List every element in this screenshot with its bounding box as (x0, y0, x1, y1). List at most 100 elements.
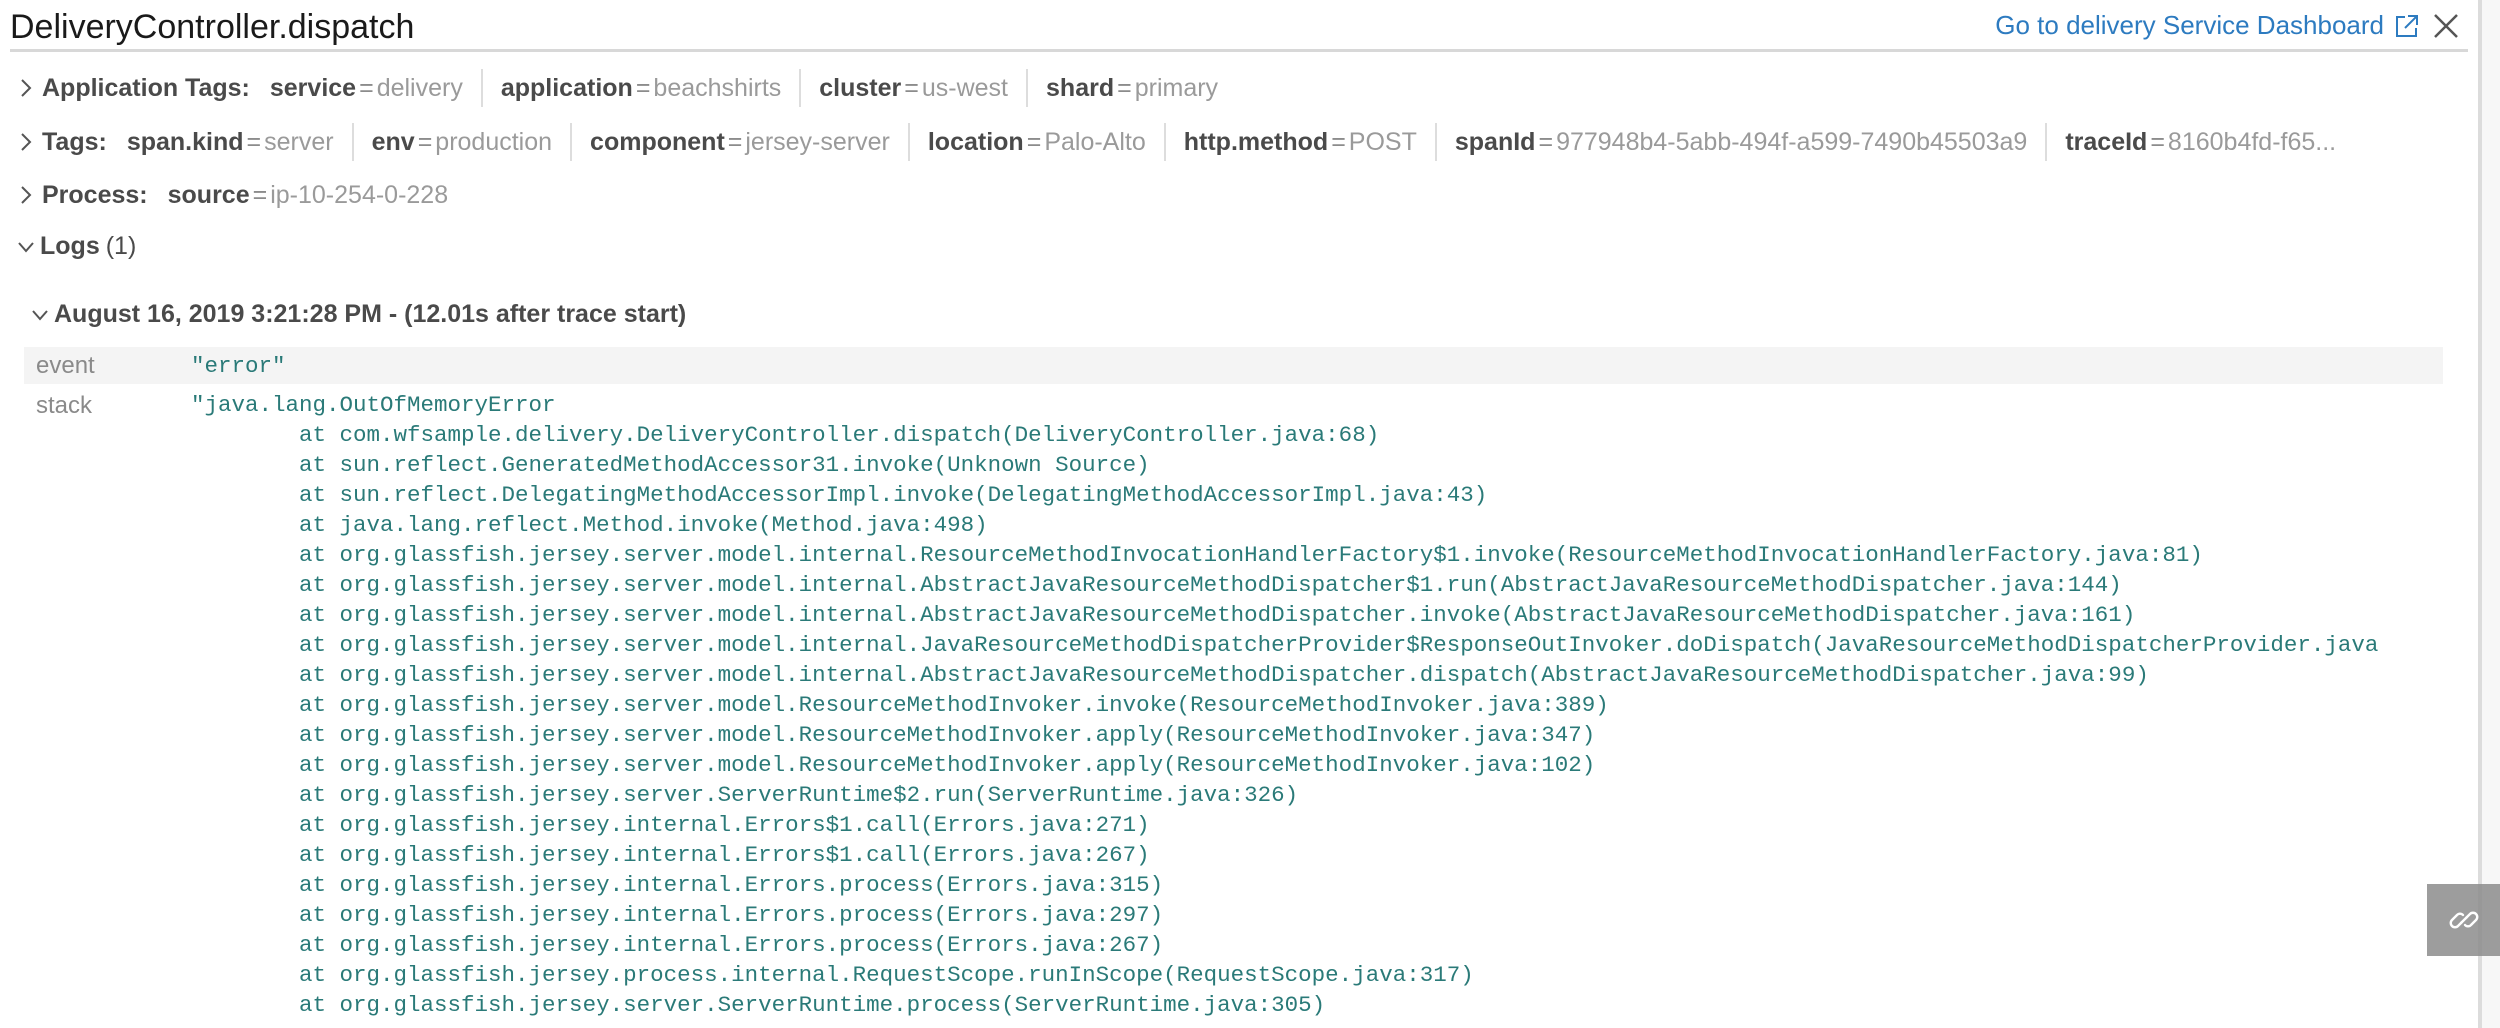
tag-value: us-west (921, 73, 1009, 102)
logs-toggle[interactable]: Logs (1) (16, 232, 136, 261)
tag-value: primary (1134, 73, 1219, 102)
tag-key: location (927, 127, 1024, 156)
tag-item: application = beachshirts (480, 69, 799, 107)
tag-item: location = Palo-Alto (907, 123, 1164, 161)
log-fields-table: event "error" stack "java.lang.OutOfMemo… (24, 347, 2443, 1020)
tag-item: http.method = POST (1163, 123, 1435, 161)
logs-label: Logs (40, 232, 100, 260)
stack-trace-line: at sun.reflect.DelegatingMethodAccessorI… (191, 482, 1488, 508)
stack-trace-line: at org.glassfish.jersey.server.ServerRun… (191, 782, 1299, 808)
log-field-key: event (36, 351, 95, 379)
tag-value: server (264, 127, 334, 156)
application-tags-label[interactable]: Application Tags: (42, 74, 250, 103)
tag-item: env = production (351, 123, 570, 161)
tag-equals: = (252, 180, 268, 209)
stack-trace-line: at org.glassfish.jersey.internal.Errors$… (191, 842, 1150, 868)
tag-value: 977948b4-5abb-494f-a599-7490b45503a9 (1556, 127, 2028, 156)
stack-trace-line: at org.glassfish.jersey.server.model.Res… (191, 692, 1609, 718)
tag-equals: = (727, 127, 743, 156)
stack-trace-line: at org.glassfish.jersey.server.model.Res… (191, 722, 1596, 748)
tag-equals: = (246, 127, 262, 156)
tag-key: traceId (2065, 127, 2148, 156)
stack-trace-line: at org.glassfish.jersey.process.internal… (191, 962, 1474, 988)
chevron-right-icon[interactable] (18, 184, 34, 206)
tags-list: span.kind = server env = production componen… (127, 123, 2354, 161)
chevron-down-icon (32, 309, 48, 321)
tag-value: production (435, 127, 553, 156)
chevron-right-icon[interactable] (18, 131, 34, 153)
stack-trace: "java.lang.OutOfMemoryError at com.wfsam… (191, 390, 2378, 1020)
panel-header: DeliveryController.dispatch Go to delive… (10, 0, 2468, 52)
tag-key: env (371, 127, 415, 156)
tag-key: source (167, 180, 250, 209)
logs-count: (1) (105, 232, 137, 260)
chevron-down-icon (18, 241, 34, 253)
stack-trace-line: at java.lang.reflect.Method.invoke(Metho… (191, 512, 988, 538)
tag-equals: = (2150, 127, 2165, 156)
log-entry-timestamp: August 16, 2019 3:21:28 PM - (12.01s aft… (54, 300, 687, 328)
log-field-row: event "error" (24, 347, 2443, 384)
log-field-value: "error" (191, 352, 286, 379)
stack-trace-line: at org.glassfish.jersey.internal.Errors.… (191, 902, 1164, 928)
stack-trace-line: at com.wfsample.delivery.DeliveryControl… (191, 422, 1380, 448)
stack-trace-line: "java.lang.OutOfMemoryError (191, 392, 556, 418)
tag-equals: = (359, 73, 374, 102)
tag-key: service (269, 73, 357, 102)
tag-key: shard (1046, 73, 1115, 102)
tag-value: delivery (376, 73, 463, 102)
tag-value: jersey-server (745, 127, 890, 156)
tag-equals: = (1331, 127, 1346, 156)
tag-key: http.method (1183, 127, 1329, 156)
tag-equals: = (417, 127, 433, 156)
application-tags-row: Application Tags: service = delivery appli… (18, 68, 1236, 108)
service-dashboard-link-label: Go to delivery Service Dashboard (1995, 10, 2384, 40)
panel-divider[interactable] (2478, 0, 2500, 1028)
copy-link-button[interactable] (2427, 884, 2500, 956)
log-entry-toggle[interactable]: August 16, 2019 3:21:28 PM - (12.01s aft… (30, 300, 686, 329)
stack-trace-line: at org.glassfish.jersey.server.model.int… (191, 572, 2122, 598)
header-actions: Go to delivery Service Dashboard (1995, 10, 2460, 41)
tag-equals: = (904, 73, 919, 102)
tag-equals: = (635, 73, 651, 102)
link-icon (2449, 911, 2478, 929)
tag-key: span.kind (126, 127, 244, 156)
service-dashboard-link[interactable]: Go to delivery Service Dashboard (1995, 10, 2420, 41)
tag-item: shard = primary (1026, 69, 1236, 107)
process-label[interactable]: Process: (42, 181, 148, 210)
tag-value: 8160b4fd-f65... (2167, 127, 2337, 156)
tag-value: Palo-Alto (1044, 127, 1146, 156)
tag-value: POST (1348, 127, 1417, 156)
tag-key: cluster (819, 73, 902, 102)
log-field-row: stack "java.lang.OutOfMemoryError at com… (24, 390, 2443, 1020)
tag-key: application (500, 73, 633, 102)
tag-item: spanId = 977948b4-5abb-494f-a599-7490b4550… (1434, 123, 2045, 161)
tag-item: source = ip-10-254-0-228 (168, 176, 467, 214)
tag-equals: = (1538, 127, 1554, 156)
tag-item: cluster = us-west (799, 69, 1026, 107)
span-title: DeliveryController.dispatch (10, 8, 415, 46)
tag-item: span.kind = server (127, 123, 352, 161)
tags-label[interactable]: Tags: (42, 128, 107, 157)
chevron-right-icon[interactable] (18, 77, 34, 99)
external-link-icon (2396, 14, 2418, 37)
close-icon[interactable] (2432, 12, 2460, 40)
process-row: Process: source = ip-10-254-0-228 (18, 175, 466, 215)
tag-equals: = (1117, 73, 1132, 102)
stack-trace-line: at org.glassfish.jersey.internal.Errors.… (191, 872, 1164, 898)
tag-equals: = (1026, 127, 1042, 156)
tag-key: component (590, 127, 725, 156)
tag-item: traceId = 8160b4fd-f65... (2045, 123, 2354, 161)
stack-trace-line: at org.glassfish.jersey.server.model.int… (191, 542, 2203, 568)
tag-value: ip-10-254-0-228 (270, 180, 449, 209)
stack-trace-line: at org.glassfish.jersey.internal.Errors$… (191, 812, 1150, 838)
stack-trace-line: at org.glassfish.jersey.server.model.int… (191, 602, 2136, 628)
stack-trace-line: at sun.reflect.GeneratedMethodAccessor31… (191, 452, 1150, 478)
tag-value: beachshirts (653, 73, 782, 102)
tag-item: component = jersey-server (570, 123, 908, 161)
stack-trace-line: at org.glassfish.jersey.server.ServerRun… (191, 992, 1326, 1018)
application-tags-list: service = delivery application = beachshirts… (270, 69, 1236, 107)
stack-trace-line: at org.glassfish.jersey.server.model.int… (191, 662, 2149, 688)
tags-row: Tags: span.kind = server env = production co… (18, 122, 2354, 162)
stack-trace-line: at org.glassfish.jersey.server.model.Res… (191, 752, 1596, 778)
tag-item: service = delivery (270, 69, 481, 107)
